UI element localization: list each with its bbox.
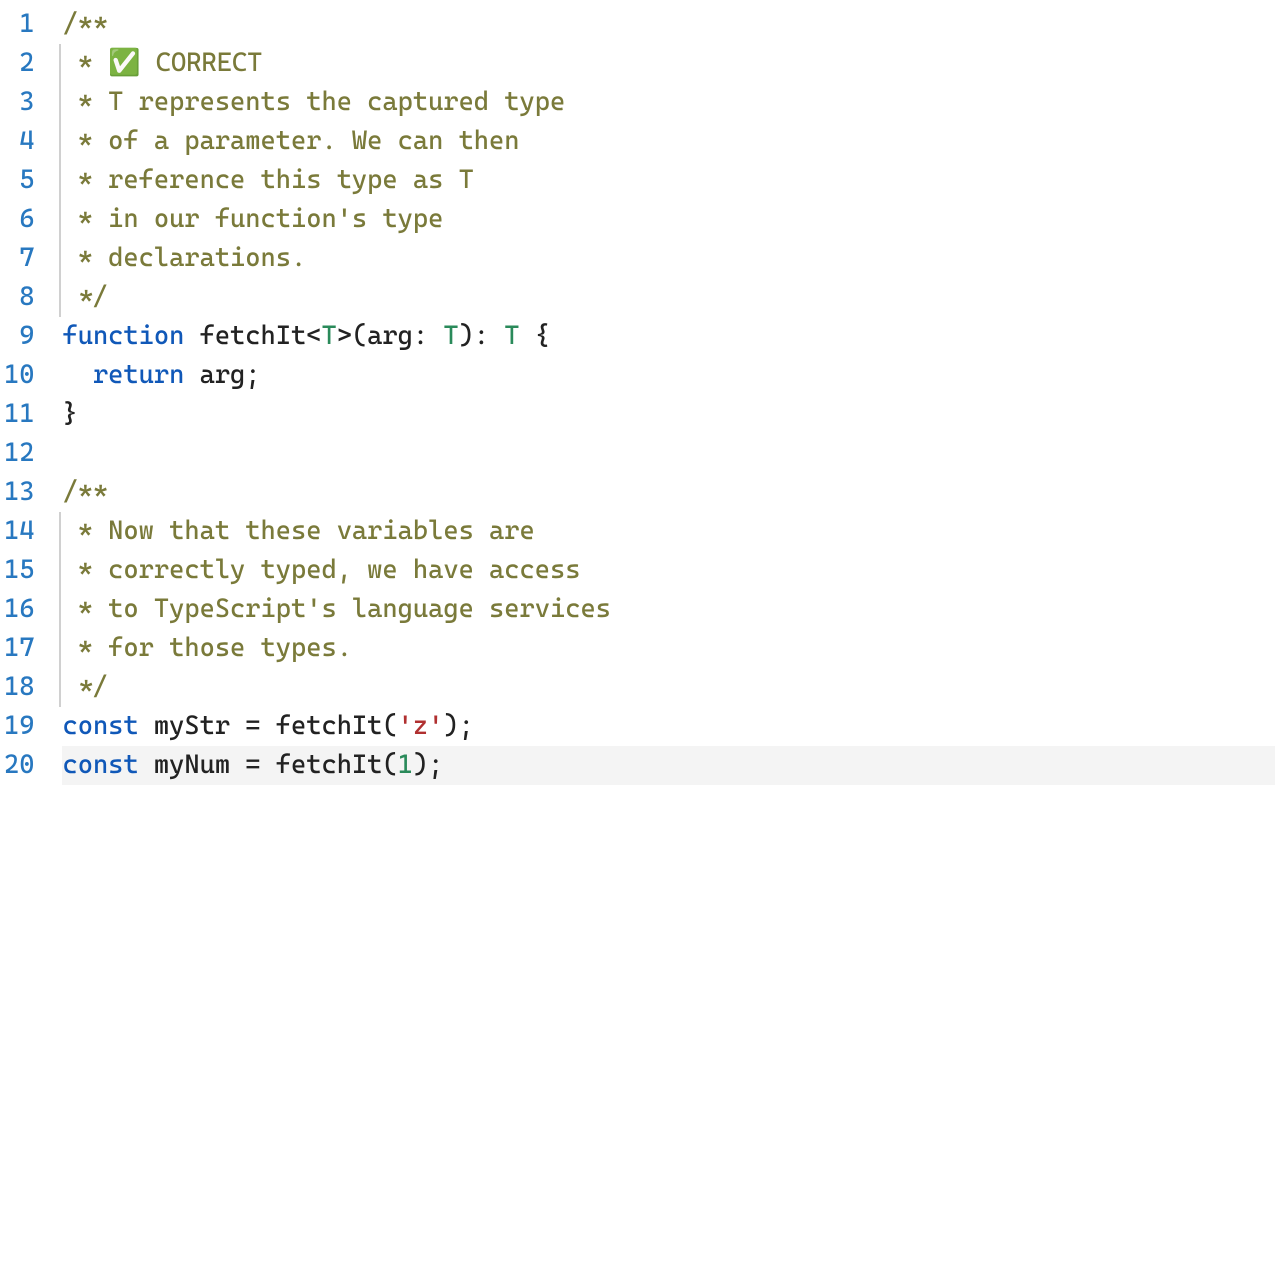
token-comment: * to TypeScript's language services xyxy=(62,594,610,624)
token-type: T xyxy=(504,321,519,351)
doc-comment-border xyxy=(59,590,61,629)
line-number: 10 xyxy=(4,356,34,395)
token-comment: /** xyxy=(62,9,108,39)
token-plain: >(arg: xyxy=(337,321,444,351)
doc-comment-border xyxy=(59,668,61,707)
code-line[interactable]: const myNum = fetchIt(1); xyxy=(62,746,1275,785)
line-number: 14 xyxy=(4,512,34,551)
token-type: T xyxy=(321,321,336,351)
code-line[interactable]: */ xyxy=(62,278,1275,317)
line-number: 19 xyxy=(4,707,34,746)
doc-comment-border xyxy=(59,122,61,161)
code-line[interactable]: */ xyxy=(62,668,1275,707)
doc-comment-border xyxy=(59,278,61,317)
doc-comment-border xyxy=(59,629,61,668)
line-number-gutter: 1234567891011121314151617181920 xyxy=(0,5,62,785)
code-line[interactable]: * reference this type as T xyxy=(62,161,1275,200)
token-keyword: const xyxy=(62,711,138,741)
doc-comment-border xyxy=(59,83,61,122)
token-plain: ): xyxy=(459,321,505,351)
doc-comment-border xyxy=(59,44,61,83)
code-line[interactable]: } xyxy=(62,395,1275,434)
doc-comment-border xyxy=(59,512,61,551)
code-line[interactable]: * of a parameter. We can then xyxy=(62,122,1275,161)
line-number: 8 xyxy=(4,278,34,317)
token-keyword: const xyxy=(62,750,138,780)
line-number: 15 xyxy=(4,551,34,590)
doc-comment-border xyxy=(59,200,61,239)
line-number: 6 xyxy=(4,200,34,239)
line-number: 12 xyxy=(4,434,34,473)
code-line[interactable]: * Now that these variables are xyxy=(62,512,1275,551)
line-number: 5 xyxy=(4,161,34,200)
token-comment: * reference this type as T xyxy=(62,165,473,195)
token-comment: * correctly typed, we have access xyxy=(62,555,580,585)
doc-comment-border xyxy=(59,161,61,200)
code-line[interactable]: function fetchIt<T>(arg: T): T { xyxy=(62,317,1275,356)
line-number: 9 xyxy=(4,317,34,356)
token-plain: { xyxy=(520,321,550,351)
token-type: T xyxy=(443,321,458,351)
code-line[interactable]: /** xyxy=(62,5,1275,44)
line-number: 17 xyxy=(4,629,34,668)
token-plain: ); xyxy=(443,711,473,741)
code-line[interactable]: * ✅ CORRECT xyxy=(62,44,1275,83)
line-number: 11 xyxy=(4,395,34,434)
line-number: 3 xyxy=(4,83,34,122)
doc-comment-border xyxy=(59,551,61,590)
line-number: 7 xyxy=(4,239,34,278)
token-comment: * of a parameter. We can then xyxy=(62,126,519,156)
token-keyword: function xyxy=(62,321,184,351)
token-comment: * declarations. xyxy=(62,243,306,273)
token-plain: ); xyxy=(413,750,443,780)
line-number: 4 xyxy=(4,122,34,161)
token-keyword: return xyxy=(93,360,184,390)
token-plain: myStr = fetchIt( xyxy=(139,711,398,741)
token-comment: * T represents the captured type xyxy=(62,87,565,117)
token-plain: fetchIt< xyxy=(184,321,321,351)
code-line[interactable]: * declarations. xyxy=(62,239,1275,278)
line-number: 20 xyxy=(4,746,34,785)
code-line[interactable]: * for those types. xyxy=(62,629,1275,668)
code-line[interactable]: /** xyxy=(62,473,1275,512)
token-comment: */ xyxy=(62,282,108,312)
token-comment: * ✅ CORRECT xyxy=(62,48,262,78)
code-line[interactable]: return arg; xyxy=(62,356,1275,395)
token-string: 'z' xyxy=(398,711,444,741)
code-line[interactable]: const myStr = fetchIt('z'); xyxy=(62,707,1275,746)
token-comment: * for those types. xyxy=(62,633,351,663)
line-number: 13 xyxy=(4,473,34,512)
token-plain: } xyxy=(62,399,77,429)
token-number: 1 xyxy=(398,750,413,780)
token-plain xyxy=(62,360,92,390)
token-plain: arg; xyxy=(184,360,260,390)
code-line[interactable]: * T represents the captured type xyxy=(62,83,1275,122)
code-area[interactable]: /** * ✅ CORRECT * T represents the captu… xyxy=(62,5,1275,785)
line-number: 16 xyxy=(4,590,34,629)
code-line[interactable]: * to TypeScript's language services xyxy=(62,590,1275,629)
line-number: 2 xyxy=(4,44,34,83)
doc-comment-border xyxy=(59,239,61,278)
token-comment: /** xyxy=(62,477,108,507)
token-plain: myNum = fetchIt( xyxy=(139,750,398,780)
code-line[interactable]: * in our function's type xyxy=(62,200,1275,239)
token-comment: */ xyxy=(62,672,108,702)
line-number: 18 xyxy=(4,668,34,707)
token-comment: * in our function's type xyxy=(62,204,443,234)
code-line[interactable] xyxy=(62,434,1275,473)
line-number: 1 xyxy=(4,5,34,44)
token-comment: * Now that these variables are xyxy=(62,516,534,546)
code-editor[interactable]: 1234567891011121314151617181920 /** * ✅ … xyxy=(0,0,1275,785)
code-line[interactable]: * correctly typed, we have access xyxy=(62,551,1275,590)
